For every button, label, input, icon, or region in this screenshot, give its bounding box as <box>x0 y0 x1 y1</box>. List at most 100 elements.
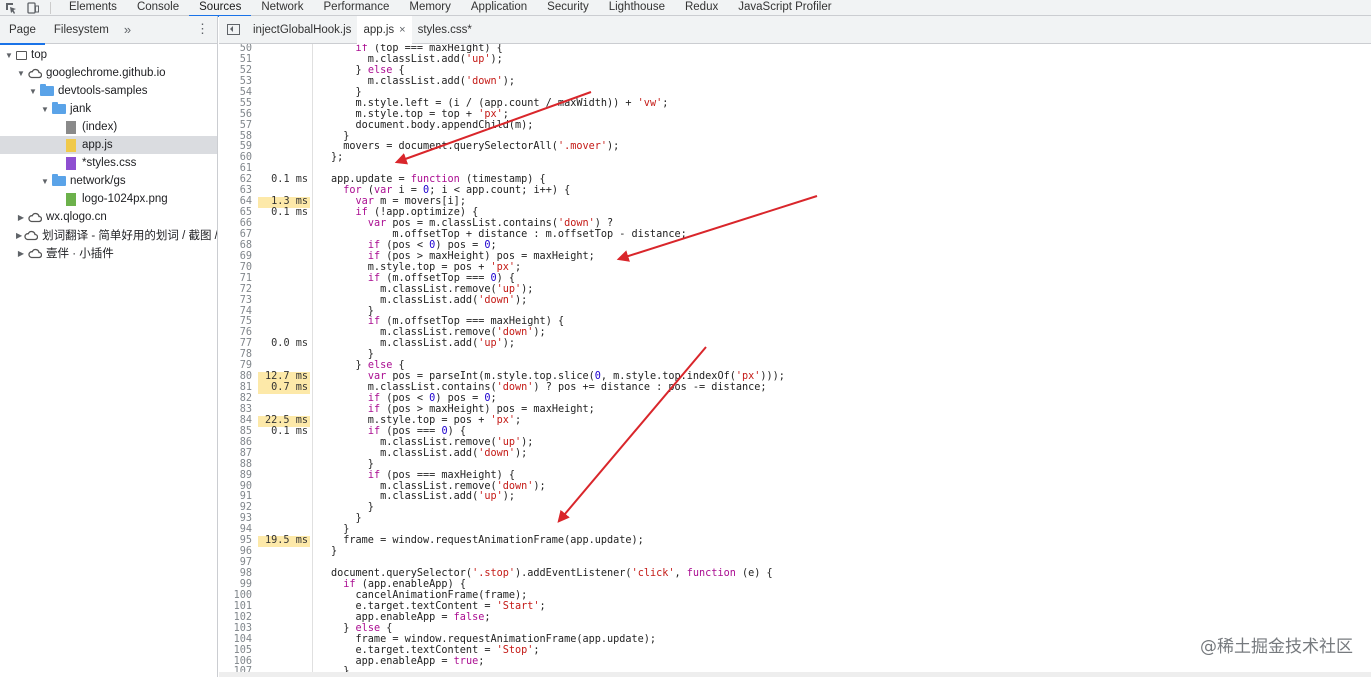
gutter-line[interactable]: 86 <box>219 437 312 449</box>
more-tabs-icon[interactable]: » <box>118 22 137 37</box>
tree-item[interactable]: ▼ jank <box>0 100 217 118</box>
gutter-line[interactable]: 0.7 ms 81 <box>219 382 312 395</box>
code-line[interactable]: document.body.appendChild(m); <box>331 120 785 132</box>
gutter-line[interactable]: 75 <box>219 316 312 328</box>
tab-page[interactable]: Page <box>0 16 45 45</box>
navigator-menu-icon[interactable]: ⋮ <box>196 22 209 36</box>
gutter-line[interactable]: 87 <box>219 448 312 460</box>
code-line[interactable]: } <box>331 502 785 514</box>
gutter-line[interactable]: 66 <box>219 218 312 230</box>
tab-network[interactable]: Network <box>251 0 313 16</box>
expand-triangle-icon[interactable]: ▼ <box>28 87 38 96</box>
gutter-line[interactable]: 54 <box>219 87 312 99</box>
gutter-line[interactable]: 19.5 ms 95 <box>219 535 312 548</box>
gutter-line[interactable]: 97 <box>219 557 312 569</box>
code-content[interactable]: if (top === maxHeight) { m.classList.add… <box>331 44 785 677</box>
expand-triangle-icon[interactable]: ▼ <box>4 51 14 60</box>
gutter-line[interactable]: 55 <box>219 98 312 110</box>
collapse-triangle-icon[interactable]: ▶ <box>16 231 22 240</box>
horizontal-scrollbar[interactable] <box>219 672 1371 677</box>
code-line[interactable]: app.enableApp = true; <box>331 656 785 668</box>
tab-memory[interactable]: Memory <box>399 0 461 16</box>
expand-triangle-icon[interactable]: ▼ <box>16 69 26 78</box>
code-line[interactable]: m.classList.add('down'); <box>331 448 785 460</box>
tree-item[interactable]: ▼ googlechrome.github.io <box>0 64 217 82</box>
code-line[interactable]: } <box>331 546 785 558</box>
tab-security[interactable]: Security <box>537 0 599 16</box>
gutter-line[interactable]: 50 <box>219 44 312 55</box>
gutter-line[interactable]: 100 <box>219 590 312 602</box>
gutter-line[interactable]: 74 <box>219 306 312 318</box>
gutter-line[interactable]: 104 <box>219 634 312 646</box>
tab-sources[interactable]: Sources <box>189 0 252 17</box>
tab-filesystem[interactable]: Filesystem <box>45 16 118 44</box>
gutter-line[interactable]: 0.1 ms 85 <box>219 426 312 438</box>
gutter-line[interactable]: 78 <box>219 349 312 361</box>
code-line[interactable]: m.classList.add('up'); <box>331 491 785 503</box>
expand-triangle-icon[interactable]: ▼ <box>40 177 50 186</box>
gutter-line[interactable]: 72 <box>219 284 312 296</box>
device-toggle-icon[interactable] <box>22 0 44 16</box>
tree-item[interactable]: *styles.css <box>0 154 217 172</box>
editor-tab-styles-css[interactable]: styles.css* <box>412 16 478 44</box>
gutter-line[interactable]: 96 <box>219 546 312 558</box>
gutter-line[interactable]: 102 <box>219 612 312 624</box>
toggle-navigator-icon[interactable] <box>219 16 247 44</box>
gutter-line[interactable]: 59 <box>219 141 312 153</box>
code-line[interactable]: } <box>331 513 785 525</box>
code-line[interactable]: }; <box>331 152 785 164</box>
code-line[interactable]: app.enableApp = false; <box>331 612 785 624</box>
gutter-line[interactable]: 88 <box>219 459 312 471</box>
gutter-line[interactable]: 99 <box>219 579 312 591</box>
gutter-line[interactable]: 106 <box>219 656 312 668</box>
tree-item[interactable]: ▶ 划词翻译 - 简单好用的划词 / 截图 / 网 <box>0 226 217 244</box>
code-line[interactable]: m.classList.add('down'); <box>331 295 785 307</box>
tab-redux[interactable]: Redux <box>675 0 728 16</box>
gutter-line[interactable]: 58 <box>219 131 312 143</box>
tab-lighthouse[interactable]: Lighthouse <box>599 0 675 16</box>
gutter-line[interactable]: 60 <box>219 152 312 164</box>
gutter-line[interactable]: 90 <box>219 481 312 493</box>
gutter-line[interactable]: 52 <box>219 65 312 77</box>
code-line[interactable]: m.classList.add('down'); <box>331 76 785 88</box>
gutter-line[interactable]: 92 <box>219 502 312 514</box>
gutter-line[interactable]: 101 <box>219 601 312 613</box>
tree-item[interactable]: ▶ wx.qlogo.cn <box>0 208 217 226</box>
tree-item[interactable]: ▼ devtools-samples <box>0 82 217 100</box>
tree-item[interactable]: (index) <box>0 118 217 136</box>
gutter-line[interactable]: 70 <box>219 262 312 274</box>
gutter-line[interactable]: 73 <box>219 295 312 307</box>
tab-javascript-profiler[interactable]: JavaScript Profiler <box>728 0 841 16</box>
gutter-line[interactable]: 0.1 ms 65 <box>219 207 312 219</box>
code-line[interactable]: movers = document.querySelectorAll('.mov… <box>331 141 785 153</box>
gutter-line[interactable]: 91 <box>219 491 312 503</box>
tree-item[interactable]: logo-1024px.png <box>0 190 217 208</box>
gutter-line[interactable]: 98 <box>219 568 312 580</box>
editor-tab-injectglobalhook[interactable]: injectGlobalHook.js <box>247 16 357 44</box>
editor-tab-app-js[interactable]: app.js × <box>357 15 412 44</box>
gutter-line[interactable]: 93 <box>219 513 312 525</box>
gutter-line[interactable]: 67 <box>219 229 312 241</box>
close-icon[interactable]: × <box>399 16 405 44</box>
tab-elements[interactable]: Elements <box>59 0 127 16</box>
gutter-line[interactable]: 53 <box>219 76 312 88</box>
tree-item[interactable]: ▼ top <box>0 46 217 64</box>
gutter-line[interactable]: 68 <box>219 240 312 252</box>
collapse-triangle-icon[interactable]: ▶ <box>16 249 26 258</box>
tree-item[interactable]: ▶ 壹伴 · 小插件 <box>0 244 217 262</box>
code-viewport[interactable]: 50 51 52 53 54 55 56 57 58 59 60 61 0.1 ms 62 63 1.3 ms… <box>219 44 1371 677</box>
tree-item[interactable]: app.js <box>0 136 217 154</box>
tab-console[interactable]: Console <box>127 0 189 16</box>
collapse-triangle-icon[interactable]: ▶ <box>16 213 26 222</box>
code-line[interactable]: m.classList.add('up'); <box>331 338 785 350</box>
gutter-line[interactable]: 71 <box>219 273 312 285</box>
gutter-line[interactable]: 51 <box>219 54 312 66</box>
gutter-line[interactable]: 69 <box>219 251 312 263</box>
code-line[interactable]: frame = window.requestAnimationFrame(app… <box>331 535 785 547</box>
inspect-icon[interactable] <box>0 0 22 16</box>
gutter-line[interactable]: 82 <box>219 393 312 405</box>
gutter-line[interactable]: 57 <box>219 120 312 132</box>
gutter-line[interactable]: 0.1 ms 62 <box>219 174 312 186</box>
gutter-line[interactable]: 105 <box>219 645 312 657</box>
gutter-line[interactable]: 103 <box>219 623 312 635</box>
